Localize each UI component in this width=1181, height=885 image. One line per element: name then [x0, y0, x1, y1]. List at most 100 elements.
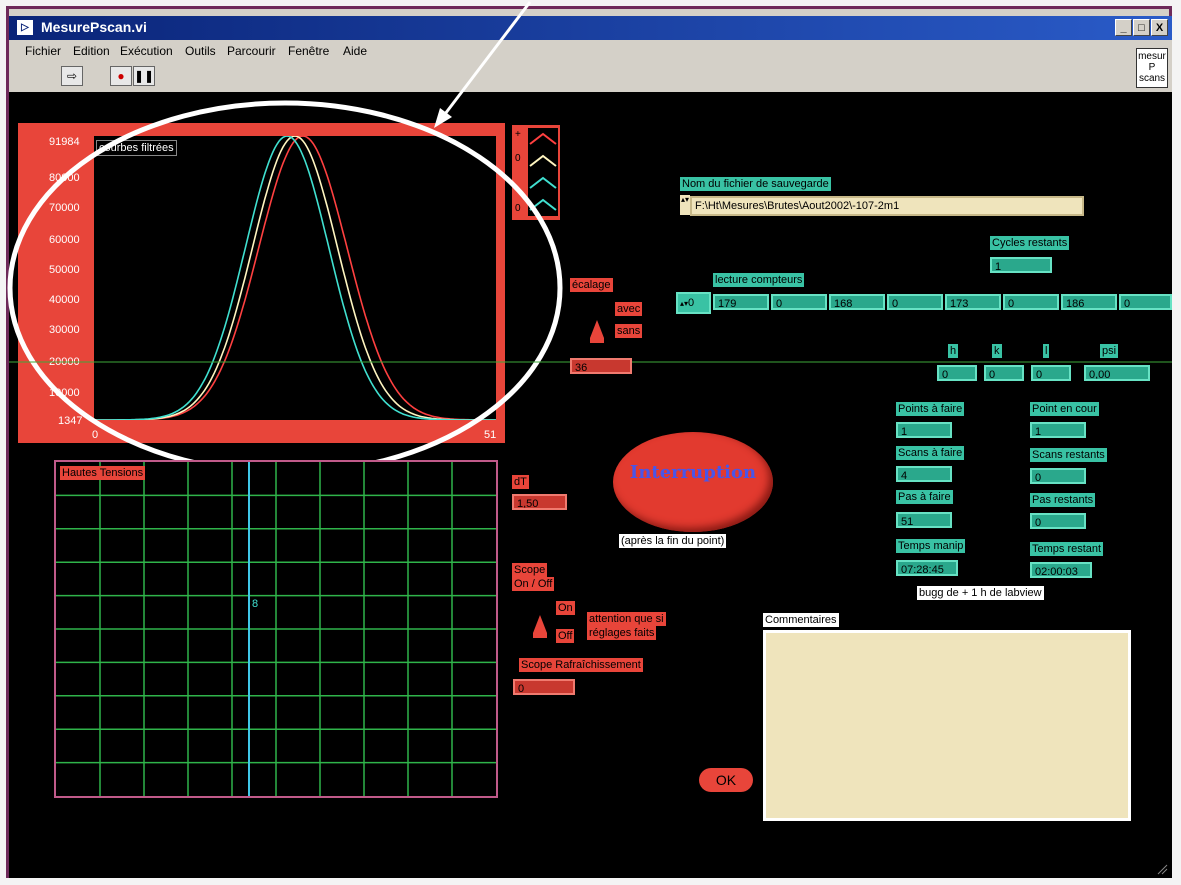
decalage-label: écalage [570, 278, 613, 292]
scope-note-2: réglages faits [587, 626, 657, 640]
x-tick-label: 51 [484, 429, 497, 441]
close-button[interactable]: X [1151, 19, 1168, 36]
temps-restant-label: Temps restant [1030, 542, 1104, 556]
counter-cell: 179 [713, 294, 769, 310]
path-browse-icon[interactable]: ▴▾ [680, 195, 690, 215]
index-arrows-icon[interactable]: ▴▾ [680, 299, 688, 308]
dt-label: dT [512, 475, 529, 489]
pas-a-faire-label: Pas à faire [896, 490, 953, 504]
file-path-field[interactable]: F:\Ht\Mesures\Brutes\Aout2002\-107-2m1 [690, 196, 1084, 216]
graph-title: courbes filtrées [96, 140, 177, 156]
menu-bar: Fichier Edition Exécution Outils Parcour… [9, 40, 1172, 62]
decalage-value-field[interactable]: 36 [570, 358, 632, 374]
counter-cell: 186 [1061, 294, 1117, 310]
y-tick-label: 60000 [49, 234, 80, 246]
y-tick-label: 50000 [49, 264, 80, 276]
k-field[interactable]: 0 [984, 365, 1024, 381]
points-a-faire-value[interactable]: 1 [896, 422, 952, 438]
pause-icon[interactable]: ❚❚ [133, 66, 155, 86]
y-tick-label: 80000 [49, 172, 80, 184]
scans-a-faire-label: Scans à faire [896, 446, 965, 460]
legend-value: + [515, 129, 521, 140]
resize-grip-icon[interactable] [1156, 862, 1168, 875]
menu-edition[interactable]: Edition [73, 44, 110, 58]
point-en-cour-value: 1 [1030, 422, 1086, 438]
window-title: MesurePscan.vi [41, 19, 147, 35]
scans-restants-label: Scans restants [1030, 448, 1107, 462]
scope-refresh-field[interactable]: 0 [513, 679, 575, 695]
temps-manip-value: 07:28:45 [896, 560, 958, 576]
menu-parcourir[interactable]: Parcourir [227, 44, 276, 58]
file-name-label: Nom du fichier de sauvegarde [680, 177, 831, 191]
run-arrow-icon[interactable]: ⇨ [61, 66, 83, 86]
comments-textarea[interactable] [763, 630, 1131, 821]
ok-button[interactable]: OK [699, 768, 753, 792]
points-a-faire-label: Points à faire [896, 402, 965, 416]
maximize-button[interactable]: □ [1133, 19, 1150, 36]
temps-manip-label: Temps manip [896, 539, 966, 553]
hv-marker-value: 8 [252, 598, 259, 610]
y-tick-label: 40000 [49, 294, 80, 306]
legend-value: 0 [515, 153, 521, 164]
y-tick-label: 20000 [49, 356, 80, 368]
scans-a-faire-value[interactable]: 4 [896, 466, 952, 482]
decalage-sans[interactable]: sans [615, 324, 643, 338]
y-tick-label: 1347 [58, 415, 83, 427]
scope-on[interactable]: On [556, 601, 575, 615]
k-label: k [992, 344, 1002, 358]
pas-restants-label: Pas restants [1030, 493, 1096, 507]
menu-aide[interactable]: Aide [343, 44, 367, 58]
y-tick-label: 70000 [49, 202, 80, 214]
scope-refresh-label: Scope Rafraîchissement [519, 658, 643, 672]
h-field[interactable]: 0 [937, 365, 977, 381]
interruption-note: (après la fin du point) [619, 534, 727, 548]
counter-cell: 0 [1003, 294, 1059, 310]
curves-plot-area[interactable] [94, 136, 496, 420]
x-tick-label: 0 [92, 429, 99, 441]
counter-cell: 168 [829, 294, 885, 310]
psi-field[interactable]: 0,00 [1084, 365, 1150, 381]
counters-label: lecture compteurs [713, 273, 805, 287]
app-icon: ▷ [17, 20, 33, 35]
counters-index[interactable]: ▴▾0 [676, 292, 711, 314]
vi-icon: mesur P scans [1136, 48, 1168, 88]
decalage-avec[interactable]: avec [615, 302, 643, 316]
counter-cell: 0 [1119, 294, 1172, 310]
counter-cell: 0 [771, 294, 827, 310]
decalage-toggle-icon[interactable] [588, 318, 606, 344]
point-en-cour-label: Point en cour [1030, 402, 1099, 416]
scope-note-1: attention que si [587, 612, 666, 626]
bugg-note: bugg de + 1 h de labview [917, 586, 1044, 600]
comments-label: Commentaires [763, 613, 839, 627]
scope-label-1: Scope [512, 563, 548, 577]
menu-outils[interactable]: Outils [185, 44, 216, 58]
scope-toggle-icon[interactable] [531, 613, 549, 639]
title-bar[interactable]: ▷ MesurePscan.vi _ □ X [9, 16, 1172, 40]
temps-restant-value: 02:00:03 [1030, 562, 1092, 578]
h-label: h [948, 344, 959, 358]
pas-a-faire-value[interactable]: 51 [896, 512, 952, 528]
scope-off[interactable]: Off [556, 629, 575, 643]
cycles-value: 1 [990, 257, 1052, 273]
psi-label: psi [1100, 344, 1119, 358]
minimize-button[interactable]: _ [1115, 19, 1132, 36]
toolbar: ⇨ ● ❚❚ mesur P scans [9, 48, 1172, 93]
dt-value-field[interactable]: 1,50 [512, 494, 567, 510]
l-label: l [1043, 344, 1050, 358]
menu-execution[interactable]: Exécution [120, 44, 173, 58]
pas-restants-value: 0 [1030, 513, 1086, 529]
legend-value: 0 [515, 203, 521, 214]
y-tick-label: 30000 [49, 324, 80, 336]
interruption-label: Interruption [629, 462, 757, 483]
hautes-tensions-chart[interactable] [54, 460, 498, 798]
counter-cell: 0 [887, 294, 943, 310]
counter-cell: 173 [945, 294, 1001, 310]
menu-fenetre[interactable]: Fenêtre [288, 44, 329, 58]
scans-restants-value: 0 [1030, 468, 1086, 484]
menu-fichier[interactable]: Fichier [25, 44, 61, 58]
hv-title: Hautes Tensions [60, 466, 146, 480]
cycles-label: Cycles restants [990, 236, 1070, 250]
l-field[interactable]: 0 [1031, 365, 1071, 381]
y-tick-label: 10000 [49, 387, 80, 399]
abort-icon[interactable]: ● [110, 66, 132, 86]
